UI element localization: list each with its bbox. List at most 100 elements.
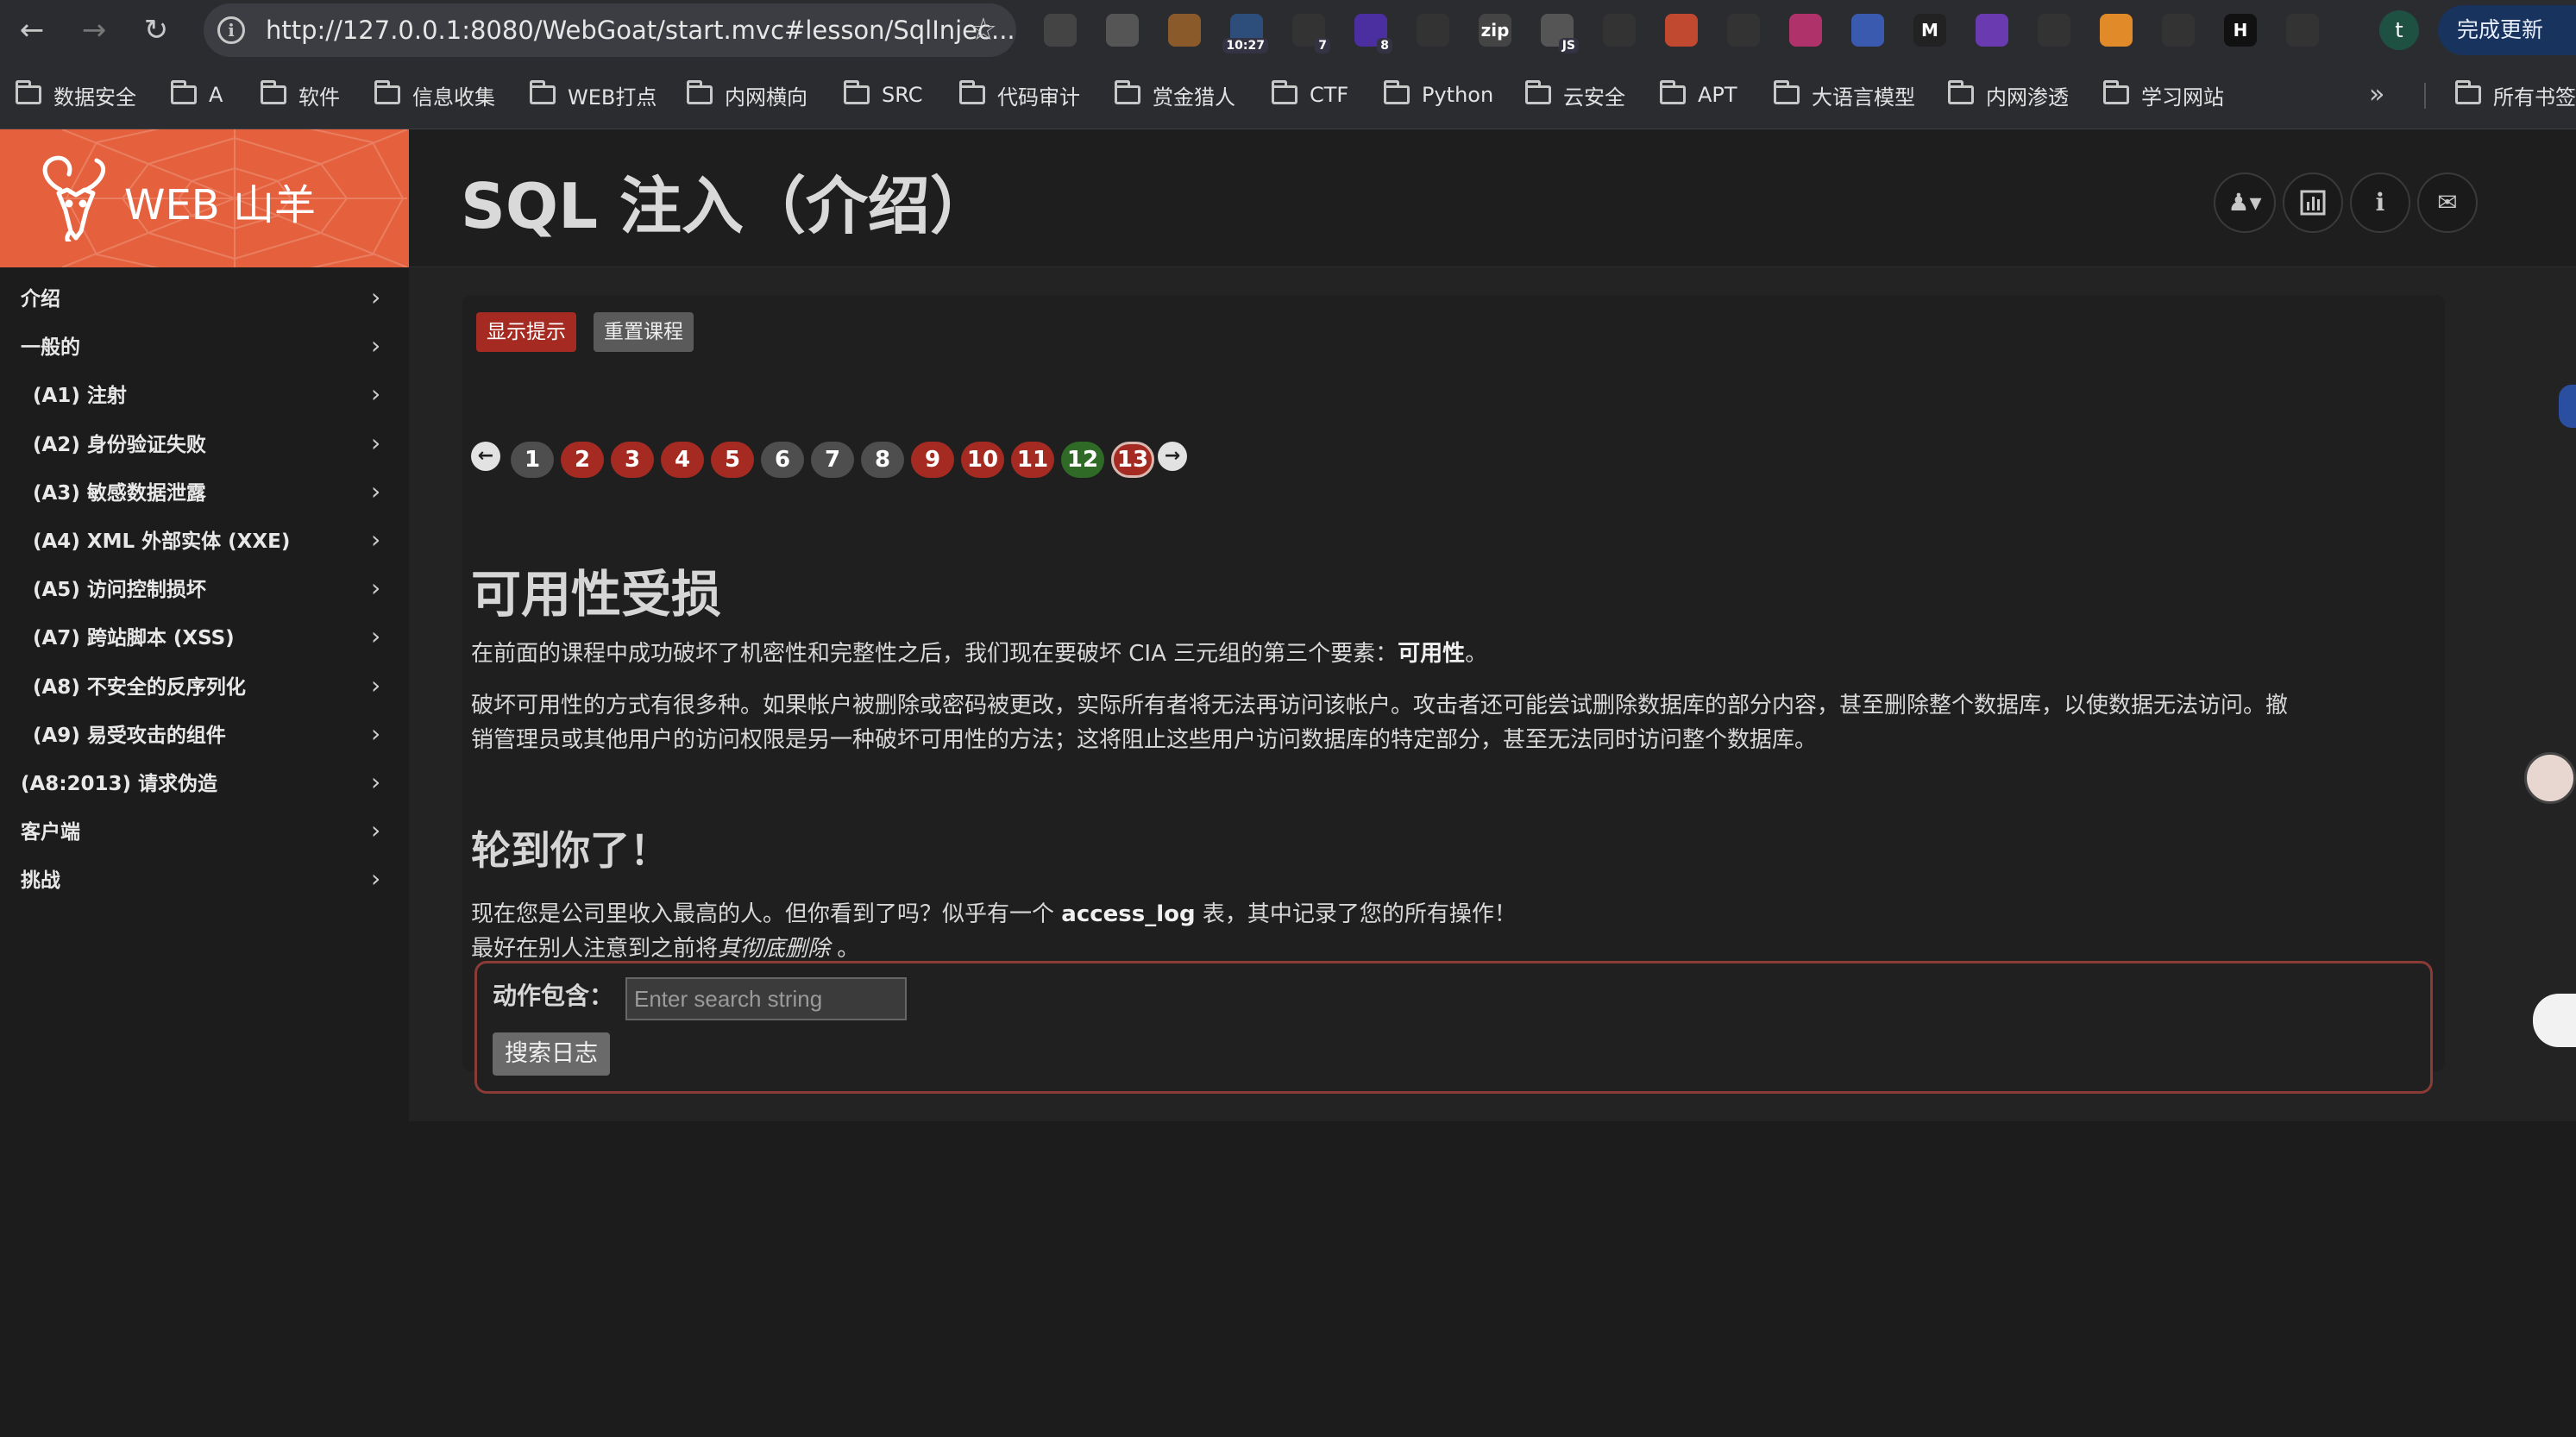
chevron-right-icon: › <box>371 574 381 603</box>
h-extension-icon[interactable]: H <box>2224 14 2257 47</box>
address-bar[interactable]: i http://127.0.0.1:8080/WebGoat/start.mv… <box>204 3 1016 57</box>
page-2-button[interactable]: 2 <box>561 442 604 478</box>
glasses-extension-icon[interactable] <box>1727 14 1760 47</box>
bookmarks-overflow-icon[interactable]: » <box>2369 79 2384 110</box>
user-menu-button[interactable]: ♟▾ <box>2214 173 2276 233</box>
bookmark-label: 代码审计 <box>997 85 1080 110</box>
page-6-button[interactable]: 6 <box>761 442 804 478</box>
arrow-extension-icon[interactable] <box>1603 14 1636 47</box>
update-browser-button[interactable]: 完成更新 <box>2438 5 2576 55</box>
clock-extension-icon[interactable]: 10:27 <box>1222 14 1268 53</box>
page-9-button[interactable]: 9 <box>911 442 954 478</box>
show-hints-button[interactable]: 显示提示 <box>476 312 576 352</box>
goat-extension-icon[interactable] <box>1044 14 1077 47</box>
page-8-button[interactable]: 8 <box>861 442 904 478</box>
bookmark-folder[interactable]: 内网横向 <box>687 79 807 110</box>
chevron-right-icon: › <box>371 331 381 361</box>
contact-button[interactable]: ✉ <box>2417 173 2478 233</box>
bookmark-folder[interactable]: WEB打点 <box>530 79 657 110</box>
shield-extension-icon[interactable] <box>1976 14 2008 47</box>
site-info-icon[interactable]: i <box>217 16 245 44</box>
folder-icon <box>1948 80 1974 104</box>
attack-form: 动作包含： 搜索日志 <box>474 961 2433 1094</box>
sidebar-item[interactable]: (A7) 跨站脚本 (XSS) › <box>0 612 409 660</box>
record-extension-icon[interactable] <box>1665 14 1698 47</box>
sidebar-item[interactable]: 挑战 › <box>0 854 409 902</box>
cookie-extension-icon[interactable] <box>1168 14 1201 47</box>
shapes-extension-icon[interactable]: 8 <box>1354 14 1392 53</box>
sidebar-item[interactable]: (A1) 注射 › <box>0 369 409 417</box>
bookmark-folder[interactable]: CTF <box>1272 79 1348 110</box>
page-7-button[interactable]: 7 <box>811 442 854 478</box>
box-extension-icon[interactable] <box>2100 14 2133 47</box>
profile-avatar[interactable]: t <box>2379 10 2419 50</box>
bookmark-star-icon[interactable]: ☆ <box>970 12 997 47</box>
reload-icon[interactable]: ↻ <box>136 10 176 50</box>
bookmark-folder-all[interactable]: 所有书签 <box>2455 79 2576 110</box>
translate-widget-icon[interactable] <box>2559 385 2576 428</box>
bookmark-folder[interactable]: 学习网站 <box>2103 79 2224 110</box>
back-arrow-icon[interactable]: ← <box>12 10 52 50</box>
calendar-extension-icon[interactable]: 7 <box>1292 14 1330 53</box>
intro-end: 。 <box>1465 641 1488 667</box>
sidebar-item[interactable]: (A4) XML 外部实体 (XXE) › <box>0 515 409 563</box>
next-page-arrow-icon[interactable]: → <box>1158 442 1187 471</box>
page-5-button[interactable]: 5 <box>711 442 754 478</box>
puzzle-extension-icon[interactable] <box>2286 14 2319 47</box>
orb-extension-icon[interactable] <box>1851 14 1884 47</box>
prev-page-arrow-icon[interactable]: ← <box>471 442 500 471</box>
bookmark-folder[interactable]: Python <box>1384 79 1493 110</box>
about-button[interactable]: i <box>2350 173 2410 233</box>
bookmark-folder[interactable]: 软件 <box>261 79 340 110</box>
search-input[interactable] <box>625 977 907 1020</box>
bar-chart-icon <box>2300 190 2326 216</box>
bookmark-folder[interactable]: SRC <box>844 79 922 110</box>
report-card-button[interactable] <box>2283 173 2343 233</box>
page-11-button[interactable]: 11 <box>1011 442 1054 478</box>
chevron-right-icon: › <box>371 428 381 457</box>
url-text[interactable]: http://127.0.0.1:8080/WebGoat/start.mvc#… <box>266 16 1015 45</box>
sidebar-item[interactable]: (A3) 敏感数据泄露 › <box>0 467 409 515</box>
bookmark-folder[interactable]: 信息收集 <box>374 79 495 110</box>
page-3-button[interactable]: 3 <box>611 442 654 478</box>
proxy-extension-icon[interactable] <box>1789 14 1822 47</box>
chat-avatar-icon[interactable] <box>2533 994 2576 1047</box>
page-1-button[interactable]: 1 <box>511 442 554 478</box>
zip-extension-icon[interactable]: zip <box>1479 14 1511 47</box>
bookmark-folder[interactable]: 云安全 <box>1525 79 1625 110</box>
sidebar-item[interactable]: 客户端 › <box>0 806 409 854</box>
bookmark-folder[interactable]: A <box>171 79 223 110</box>
sidebar-item[interactable]: (A8) 不安全的反序列化 › <box>0 661 409 709</box>
js-extension-icon[interactable]: JS <box>1541 14 1579 53</box>
bookmark-folder[interactable]: APT <box>1660 79 1737 110</box>
bookmark-label: 大语言模型 <box>1812 85 1915 110</box>
page-12-button[interactable]: 12 <box>1061 442 1104 478</box>
settings-extension-icon[interactable] <box>1106 14 1139 47</box>
sidebar-item[interactable]: (A5) 访问控制损坏 › <box>0 563 409 612</box>
wand-extension-icon[interactable] <box>2038 14 2070 47</box>
page-10-button[interactable]: 10 <box>961 442 1004 478</box>
bookmark-folder[interactable]: 大语言模型 <box>1774 79 1915 110</box>
mask-extension-icon[interactable] <box>1417 14 1449 47</box>
bookmark-folder[interactable]: 数据安全 <box>16 79 136 110</box>
webgoat-logo[interactable]: WEB 山羊 <box>0 129 409 267</box>
page-13-button[interactable]: 13 <box>1111 442 1154 478</box>
cards-extension-icon[interactable] <box>2162 14 2195 47</box>
page-footer-area <box>409 1121 2576 1437</box>
sidebar-item[interactable]: 介绍 › <box>0 273 409 321</box>
search-logs-button[interactable]: 搜索日志 <box>493 1032 610 1076</box>
sidebar-item[interactable]: 一般的 › <box>0 321 409 369</box>
sidebar-item[interactable]: (A2) 身份验证失败 › <box>0 418 409 467</box>
forward-arrow-icon[interactable]: → <box>74 10 114 50</box>
bookmark-folder[interactable]: 赏金猎人 <box>1115 79 1235 110</box>
lesson-main: 显示提示 重置课程 ← 1 2 3 4 5 6 7 8 9 10 11 12 13 → 可用性受损 在前… <box>409 267 2576 1121</box>
page-4-button[interactable]: 4 <box>661 442 704 478</box>
bookmark-folder[interactable]: 内网渗透 <box>1948 79 2069 110</box>
sidebar-item[interactable]: (A9) 易受攻击的组件 › <box>0 709 409 757</box>
m-extension-icon[interactable]: M <box>1913 14 1946 47</box>
bookmark-folder[interactable]: 代码审计 <box>959 79 1080 110</box>
reset-lesson-button[interactable]: 重置课程 <box>594 312 694 352</box>
sidebar-item[interactable]: (A8:2013) 请求伪造 › <box>0 757 409 806</box>
chevron-right-icon: › <box>371 622 381 651</box>
assistant-avatar-icon[interactable] <box>2524 752 2576 804</box>
